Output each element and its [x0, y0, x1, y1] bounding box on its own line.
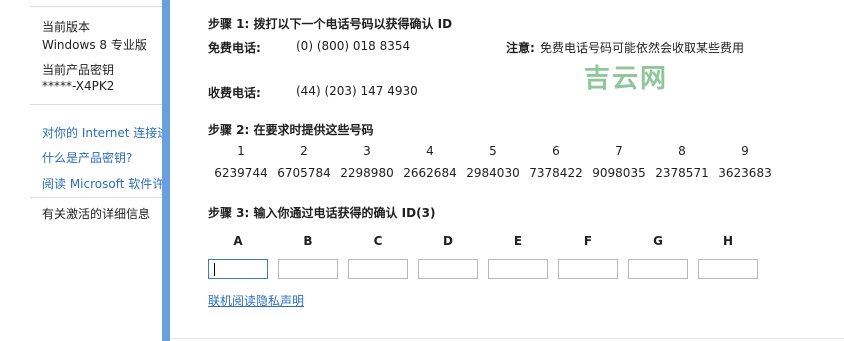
confirmation-column-h: H: [722, 234, 734, 248]
installation-id-group-4: 2662684: [403, 166, 457, 180]
group-index-1: 1: [237, 144, 245, 158]
toll-phone-label: 收费电话:: [208, 86, 261, 100]
installation-id-group-1: 6239744: [214, 166, 268, 180]
confirmation-column-a: A: [233, 234, 243, 248]
confirmation-input-g[interactable]: [628, 259, 688, 279]
step3-title: 步骤 3: 输入你通过电话获得的确认 ID(3): [208, 206, 436, 220]
product-key-label: 当前产品密钥: [42, 63, 115, 77]
version-value: Windows 8 专业版: [42, 38, 147, 52]
link-activation-details[interactable]: 有关激活的详细信息: [42, 205, 150, 222]
product-key-value: *****-X4PK2: [42, 79, 115, 93]
link-what-is-product-key[interactable]: 什么是产品密钥?: [42, 149, 132, 166]
confirmation-column-c: C: [373, 234, 383, 248]
note-label: 注意:: [506, 41, 535, 55]
sidebar: 当前版本 Windows 8 专业版 当前产品密钥 *****-X4PK2 对你…: [0, 0, 162, 341]
activation-panel: 步骤 1: 拨打以下一个电话号码以获得确认 ID 免费电话: (0) (800)…: [170, 0, 844, 341]
watermark: 吉云网: [584, 64, 669, 94]
installation-id-group-8: 2378571: [655, 166, 709, 180]
installation-id-group-3: 2298980: [340, 166, 394, 180]
step2-title: 步骤 2: 在要求时提供这些号码: [208, 123, 374, 137]
link-internet-connection[interactable]: 对你的 Internet 连接进: [42, 124, 162, 141]
version-label: 当前版本: [42, 20, 91, 34]
pane-divider: [162, 0, 170, 341]
group-index-7: 7: [615, 144, 623, 158]
installation-id-group-2: 6705784: [277, 166, 331, 180]
confirmation-column-d: D: [443, 234, 453, 248]
group-index-9: 9: [741, 144, 749, 158]
confirmation-input-h[interactable]: [698, 259, 758, 279]
group-index-6: 6: [552, 144, 560, 158]
confirmation-input-f[interactable]: [558, 259, 618, 279]
confirmation-column-e: E: [513, 234, 523, 248]
sidebar-divider-top: [30, 6, 162, 7]
confirmation-input-e[interactable]: [488, 259, 548, 279]
bottom-divider: [170, 338, 844, 339]
group-index-5: 5: [489, 144, 497, 158]
installation-id-group-9: 3623683: [718, 166, 772, 180]
confirmation-column-b: B: [303, 234, 313, 248]
confirmation-input-d[interactable]: [418, 259, 478, 279]
confirmation-column-g: G: [653, 234, 663, 248]
confirmation-input-b[interactable]: [278, 259, 338, 279]
installation-id-group-7: 9098035: [592, 166, 646, 180]
installation-id-group-6: 7378422: [529, 166, 583, 180]
toll-phone-number: (44) (203) 147 4930: [296, 84, 418, 98]
privacy-statement-link[interactable]: 联机阅读隐私声明: [208, 292, 304, 309]
confirmation-column-f: F: [583, 234, 593, 248]
group-index-3: 3: [363, 144, 371, 158]
installation-id-group-5: 2984030: [466, 166, 520, 180]
group-index-8: 8: [678, 144, 686, 158]
group-index-2: 2: [300, 144, 308, 158]
sidebar-divider-low: [30, 197, 162, 198]
confirmation-input-c[interactable]: [348, 259, 408, 279]
group-index-4: 4: [426, 144, 434, 158]
free-phone-label: 免费电话:: [208, 41, 261, 55]
link-read-license[interactable]: 阅读 Microsoft 软件许: [42, 175, 162, 192]
step1-title: 步骤 1: 拨打以下一个电话号码以获得确认 ID: [208, 17, 453, 31]
text-caret: [214, 263, 215, 276]
sidebar-divider-mid: [30, 104, 162, 105]
free-phone-number: (0) (800) 018 8354: [296, 39, 411, 53]
confirmation-input-a[interactable]: [208, 259, 268, 279]
note-text: 免费电话号码可能依然会收取某些费用: [540, 41, 745, 55]
